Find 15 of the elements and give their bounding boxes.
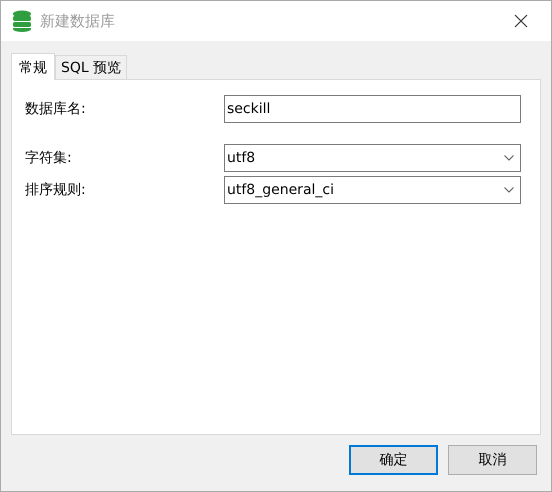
dialog-button[interactable]: 确定	[349, 445, 438, 475]
field-label: 排序规则:	[25, 180, 87, 200]
field-label: 字符集:	[25, 148, 73, 168]
dropdown[interactable]: utf8	[224, 144, 521, 172]
tab[interactable]: SQL 预览	[55, 55, 128, 79]
dropdown[interactable]: utf8_general_ci	[224, 176, 521, 204]
dialog-button[interactable]: 取消	[448, 445, 537, 475]
chevron-down-icon	[504, 187, 514, 193]
window-title: 新建数据库	[40, 10, 116, 32]
database-icon	[12, 10, 32, 32]
close-icon[interactable]	[514, 14, 528, 28]
field-label: 数据库名:	[25, 100, 87, 118]
input-field[interactable]: seckill	[224, 95, 521, 123]
chevron-down-icon	[504, 155, 514, 161]
tab[interactable]: 常规	[11, 53, 55, 80]
